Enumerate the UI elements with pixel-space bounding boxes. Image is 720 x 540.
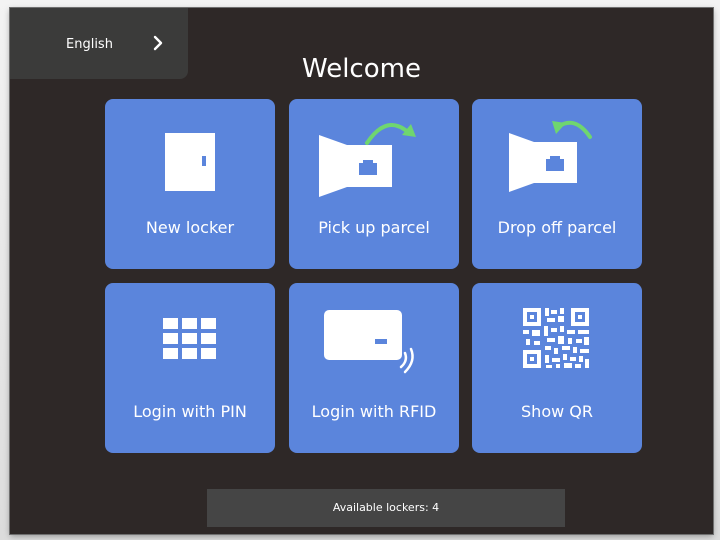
chevron-right-icon [153,35,163,51]
new-locker-button[interactable]: New locker [105,99,275,269]
login-with-pin-button[interactable]: Login with PIN [105,283,275,453]
new-locker-label: New locker [145,218,235,237]
drop-off-parcel-label: Drop off parcel [497,218,617,237]
available-lockers-status: Available lockers: 4 [207,489,565,527]
keypad-icon [163,318,216,359]
pick-up-parcel-button[interactable]: Pick up parcel [289,99,459,269]
pick-up-parcel-label: Pick up parcel [318,218,430,237]
login-with-rfid-button[interactable]: Login with RFID [289,283,459,453]
qr-code-icon [523,308,589,368]
kiosk-screen: English Welcome New locker Pick up parce… [10,8,713,534]
show-qr-label: Show QR [521,402,593,421]
login-with-pin-label: Login with PIN [133,402,247,421]
rfid-card-icon [324,310,414,374]
page-title: Welcome [302,54,421,84]
login-with-rfid-label: Login with RFID [311,402,437,421]
show-qr-button[interactable]: Show QR [472,283,642,453]
device-frame: English Welcome New locker Pick up parce… [0,0,720,540]
locker-door-icon [165,133,215,191]
language-label: English [66,37,113,52]
drop-off-parcel-button[interactable]: Drop off parcel [472,99,642,269]
dropoff-parcel-icon [509,120,592,192]
pickup-parcel-icon [319,123,416,197]
